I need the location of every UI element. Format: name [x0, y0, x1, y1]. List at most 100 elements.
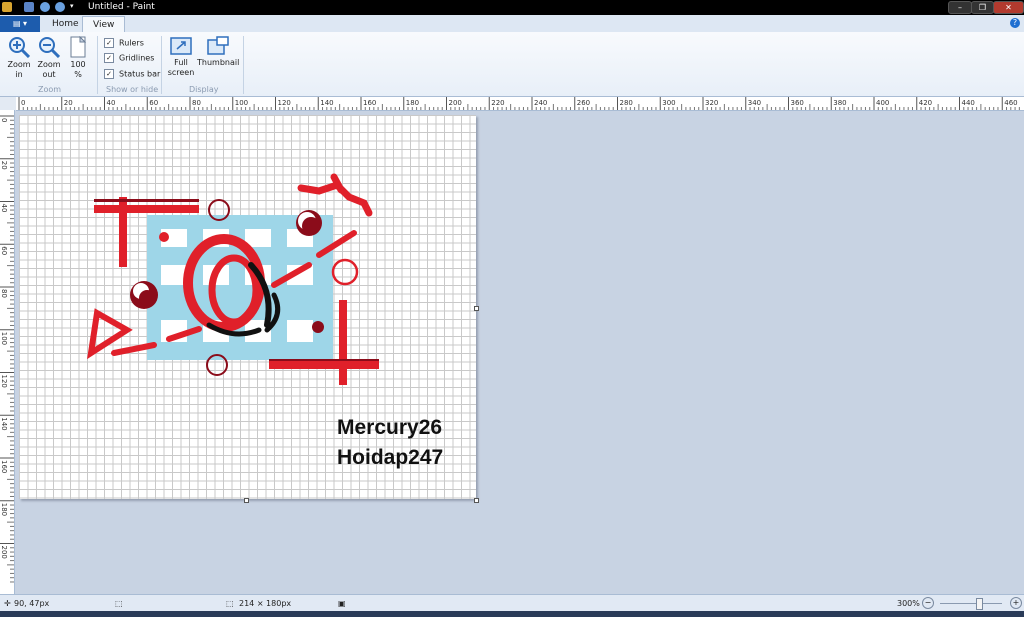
ruler-label: 160 — [363, 99, 376, 107]
zoom-slider-thumb[interactable] — [976, 598, 983, 610]
ruler-label: 220 — [491, 99, 504, 107]
red-triangle — [87, 308, 133, 360]
vertical-ruler: 0 20 40 60 80 100 120 140 160 180 200 — [0, 110, 15, 594]
help-icon[interactable]: ? — [1010, 18, 1020, 28]
drawing-canvas[interactable]: Mercury26 Hoidap247 — [19, 115, 476, 499]
ruler-label: 460 — [1004, 99, 1017, 107]
zoom-in-icon — [9, 37, 30, 58]
ruler-label: 200 — [449, 99, 462, 107]
zoom-in-label-1: Zoom — [7, 60, 31, 69]
zoom-level: 300% — [897, 599, 920, 608]
ruler-label: 0 — [21, 99, 25, 107]
rulers-checkbox[interactable]: ✓ Rulers — [104, 38, 144, 48]
show-hide-group-label: Show or hide — [106, 85, 159, 94]
ruler-label: 120 — [278, 99, 291, 107]
zoom-in-label-2: in — [15, 70, 23, 79]
title-bar: ▾ Untitled - Paint – ❐ ✕ — [0, 0, 1024, 15]
ruler-label: 80 — [192, 99, 201, 107]
zoom-out-small-button[interactable]: − — [922, 597, 934, 609]
ruler-label: 100 — [235, 99, 248, 107]
check-icon: ✓ — [104, 69, 114, 79]
cursor-position-icon: ✛ — [4, 599, 11, 608]
ruler-label: 200 — [0, 546, 8, 559]
canvas-text-line-1: Mercury26 — [337, 416, 442, 439]
thumbnail-label: Thumbnail — [197, 58, 240, 67]
canvas-text-line-2: Hoidap247 — [337, 446, 443, 469]
image-size: 214 × 180px — [239, 599, 292, 608]
group-separator — [243, 36, 244, 94]
ruler-label: 320 — [705, 99, 718, 107]
ruler-label: 440 — [962, 99, 975, 107]
ruler-label: 20 — [64, 99, 73, 107]
ribbon-view-panel: Zoom in Zoom out 100 % Zoom ✓ Rulers ✓ Gri… — [0, 32, 1024, 97]
zoom-in-small-button[interactable]: + — [1010, 597, 1022, 609]
zoom-out-label-2: out — [42, 70, 56, 79]
check-icon: ✓ — [104, 38, 114, 48]
gridlines-checkbox[interactable]: ✓ Gridlines — [104, 53, 154, 63]
customize-quick-access-icon[interactable]: ▾ — [70, 2, 76, 12]
ruler-corner — [0, 97, 16, 110]
zoom-out-label-1: Zoom — [37, 60, 61, 69]
ribbon-tabs: ▤ ▾ Home View ? — [0, 15, 1024, 33]
zoom-slider-track[interactable] — [940, 603, 1002, 604]
ruler-label: 340 — [748, 99, 761, 107]
ruler-label: 60 — [0, 246, 8, 255]
ruler-label: 180 — [0, 503, 8, 516]
ruler-label: 180 — [406, 99, 419, 107]
redo-icon[interactable] — [55, 2, 65, 12]
resize-handle-corner[interactable] — [474, 498, 479, 503]
thumbnail-icon — [207, 36, 229, 55]
ruler-label: 300 — [662, 99, 675, 107]
window-title: Untitled - Paint — [88, 2, 155, 12]
tab-view[interactable]: View — [82, 16, 126, 33]
ruler-label: 160 — [0, 460, 8, 473]
maximize-button[interactable]: ❐ — [971, 1, 994, 14]
ruler-label: 80 — [0, 289, 8, 298]
zoom-in-button[interactable]: Zoom in — [5, 36, 33, 80]
full-screen-button[interactable]: Full screen — [167, 36, 195, 78]
paint-menu-button[interactable]: ▤ ▾ — [0, 16, 40, 32]
group-separator — [97, 36, 98, 94]
thumbnail-button[interactable]: Thumbnail — [197, 36, 239, 68]
minimize-button[interactable]: – — [948, 1, 972, 14]
paint-app-icon[interactable] — [2, 2, 12, 12]
vertical-ruler-ticks: 0 20 40 60 80 100 120 140 160 180 200 — [0, 115, 14, 583]
resize-handle-bottom[interactable] — [244, 498, 249, 503]
ruler-label: 120 — [0, 375, 8, 388]
zoom-out-button[interactable]: Zoom out — [35, 36, 63, 80]
ruler-label: 260 — [577, 99, 590, 107]
ruler-label: 40 — [0, 204, 8, 213]
hundred-percent-label-2: % — [74, 70, 82, 79]
undo-icon[interactable] — [40, 2, 50, 12]
gridlines-label: Gridlines — [119, 53, 155, 63]
resize-handle-right[interactable] — [474, 306, 479, 311]
ruler-label: 140 — [0, 417, 8, 430]
ruler-label: 360 — [791, 99, 804, 107]
status-bar-label: Status bar — [119, 69, 161, 79]
ruler-label: 420 — [919, 99, 932, 107]
group-separator — [161, 36, 162, 94]
status-bar-checkbox[interactable]: ✓ Status bar — [104, 69, 160, 79]
zoom-group-label: Zoom — [38, 85, 62, 94]
ruler-label: 0 — [0, 118, 8, 122]
status-bar: ✛ 90, 47px ⬚ ⬚ 214 × 180px ▣ 300% − + — [0, 594, 1024, 612]
hundred-percent-button[interactable]: 100 % — [66, 36, 90, 80]
ruler-label: 40 — [107, 99, 116, 107]
save-icon[interactable] — [24, 2, 34, 12]
ruler-label: 140 — [320, 99, 333, 107]
rulers-label: Rulers — [119, 38, 144, 48]
zoom-out-icon — [39, 37, 60, 58]
horizontal-ruler-ticks: 0 20 40 60 80 100 120 140 160 180 200 220 240 260 280 3… — [18, 97, 1020, 110]
ruler-label: 100 — [0, 332, 8, 345]
page-icon — [70, 36, 86, 58]
close-button[interactable]: ✕ — [993, 1, 1024, 14]
display-group-label: Display — [189, 85, 219, 94]
ruler-label: 400 — [876, 99, 889, 107]
horizontal-ruler: 0 20 40 60 80 100 120 140 160 180 200 220 240 260 280 3… — [16, 97, 1024, 111]
ruler-label: 280 — [620, 99, 633, 107]
ruler-label: 380 — [833, 99, 846, 107]
canvas-drawing: Mercury26 Hoidap247 — [87, 173, 443, 469]
full-screen-label-2: screen — [167, 68, 195, 77]
ruler-label: 60 — [149, 99, 158, 107]
check-icon: ✓ — [104, 53, 114, 63]
